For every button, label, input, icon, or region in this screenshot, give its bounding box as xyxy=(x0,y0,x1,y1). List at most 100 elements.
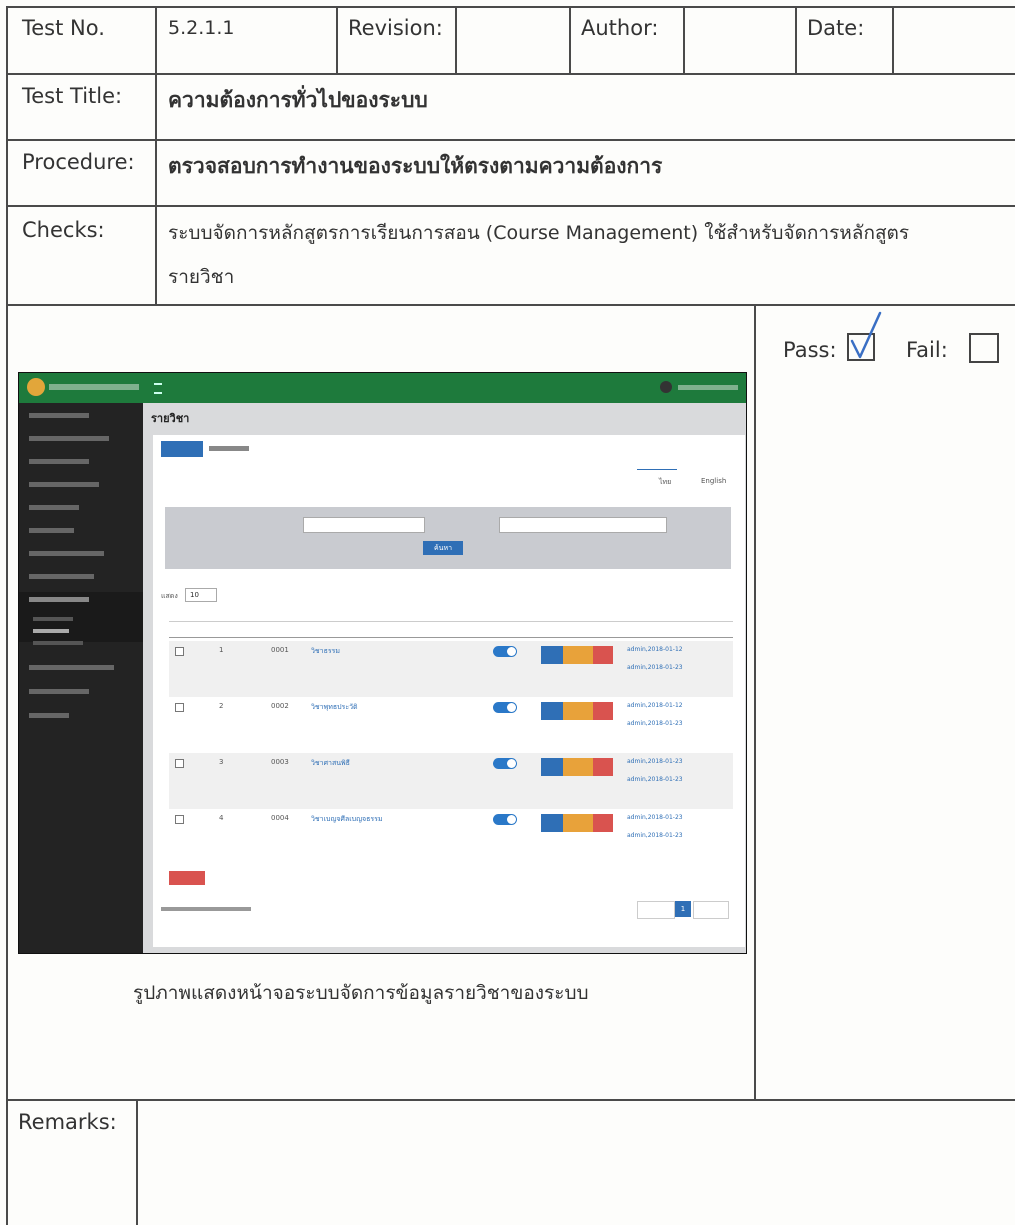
course-select[interactable] xyxy=(303,517,425,533)
page-size-select[interactable]: 10 xyxy=(185,588,217,602)
lang-english[interactable]: English xyxy=(701,477,726,485)
table-border-left xyxy=(6,6,8,1225)
fail-checkbox[interactable] xyxy=(969,333,999,363)
row-checkbox[interactable] xyxy=(175,759,184,768)
checks-line-2: รายวิชา xyxy=(168,266,235,288)
sidebar-item[interactable] xyxy=(29,689,89,694)
remarks-label: Remarks: xyxy=(18,1110,117,1134)
row-code: 0003 xyxy=(271,758,289,766)
app-sidebar xyxy=(19,403,143,953)
pass-label: Pass: xyxy=(783,338,837,362)
row-name[interactable]: วิชาศาสนพิธี xyxy=(311,758,350,769)
sidebar-item[interactable] xyxy=(29,459,89,464)
column-divider xyxy=(336,6,338,74)
row-name[interactable]: วิชาธรรม xyxy=(311,646,340,657)
row-actions[interactable] xyxy=(541,758,613,776)
sidebar-item[interactable] xyxy=(29,436,109,441)
row-actions[interactable] xyxy=(541,814,613,832)
app-name xyxy=(49,384,139,390)
checkmark-icon xyxy=(850,311,882,359)
sidebar-item[interactable] xyxy=(29,551,104,556)
row-code: 0001 xyxy=(271,646,289,654)
row-name[interactable]: วิชาพุทธประวัติ xyxy=(311,702,358,713)
row-updated: admin,2018-01-23 xyxy=(627,776,683,783)
test-title-value: ความต้องการทั่วไปของระบบ xyxy=(168,88,428,112)
procedure-value: ตรวจสอบการทำงานของระบบให้ตรงตามความต้องก… xyxy=(168,154,663,178)
row-updated: admin,2018-01-23 xyxy=(627,720,683,727)
content-panel: ไทย English ค้นหา แสดง 10 1 0001 วิชาธรร… xyxy=(153,435,745,947)
status-toggle[interactable] xyxy=(493,814,517,825)
search-button[interactable]: ค้นหา xyxy=(423,541,463,555)
row-checkbox[interactable] xyxy=(175,647,184,656)
prev-page-button[interactable] xyxy=(637,901,675,919)
sidebar-item[interactable] xyxy=(29,505,79,510)
sidebar-item[interactable] xyxy=(29,574,94,579)
sidebar-subitem[interactable] xyxy=(33,617,73,621)
app-main: รายวิชา ไทย English ค้นหา แสดง 10 1 0001… xyxy=(143,403,746,953)
row-no: 3 xyxy=(219,758,224,766)
column-divider xyxy=(795,6,797,74)
row-created: admin,2018-01-23 xyxy=(627,814,683,821)
row-actions[interactable] xyxy=(541,646,613,664)
author-label: Author: xyxy=(581,16,659,40)
procedure-label: Procedure: xyxy=(22,150,135,174)
page-number-button[interactable]: 1 xyxy=(675,901,691,917)
row-divider xyxy=(6,1099,1015,1101)
table-header-rule xyxy=(169,637,733,638)
test-no-label: Test No. xyxy=(22,16,105,40)
next-page-button[interactable] xyxy=(693,901,729,919)
row-checkbox[interactable] xyxy=(175,703,184,712)
show-label: แสดง xyxy=(161,592,178,600)
sidebar-item[interactable] xyxy=(29,713,69,718)
menu-icon[interactable] xyxy=(154,383,162,394)
sidebar-item[interactable] xyxy=(29,528,74,533)
checks-line-1: ระบบจัดการหลักสูตรการเรียนการสอน (Course… xyxy=(168,222,910,244)
course-management-screenshot: รายวิชา ไทย English ค้นหา แสดง 10 1 0001… xyxy=(18,372,747,954)
user-avatar[interactable] xyxy=(660,381,672,393)
checks-label: Checks: xyxy=(22,218,105,242)
sidebar-item[interactable] xyxy=(29,665,114,670)
row-no: 2 xyxy=(219,702,224,710)
add-tab[interactable] xyxy=(209,446,249,451)
status-toggle[interactable] xyxy=(493,646,517,657)
row-updated: admin,2018-01-23 xyxy=(627,832,683,839)
status-toggle[interactable] xyxy=(493,758,517,769)
row-actions[interactable] xyxy=(541,702,613,720)
search-box: ค้นหา xyxy=(165,507,731,569)
row-divider xyxy=(6,304,1015,306)
test-title-label: Test Title: xyxy=(22,84,123,108)
revision-label: Revision: xyxy=(348,16,443,40)
row-no: 4 xyxy=(219,814,224,822)
date-label: Date: xyxy=(807,16,865,40)
sidebar-subitem[interactable] xyxy=(33,641,83,645)
app-header xyxy=(19,373,746,403)
row-divider xyxy=(6,139,1015,141)
sidebar-item[interactable] xyxy=(29,597,89,602)
column-divider xyxy=(683,6,685,74)
sidebar-item[interactable] xyxy=(29,413,89,418)
row-created: admin,2018-01-12 xyxy=(627,702,683,709)
column-divider xyxy=(569,6,571,74)
table-header-rule xyxy=(169,621,733,622)
column-divider xyxy=(155,6,157,305)
sidebar-subitem-active[interactable] xyxy=(33,629,69,633)
status-toggle[interactable] xyxy=(493,702,517,713)
figure-caption: รูปภาพแสดงหน้าจอระบบจัดการข้อมูลรายวิชาข… xyxy=(133,982,589,1004)
delete-selected-button[interactable] xyxy=(169,871,205,885)
row-name[interactable]: วิชาเบญจศีลเบญจธรรม xyxy=(311,814,383,825)
keyword-input[interactable] xyxy=(499,517,667,533)
row-code: 0002 xyxy=(271,702,289,710)
row-code: 0004 xyxy=(271,814,289,822)
sidebar-item[interactable] xyxy=(29,482,99,487)
table-border-top xyxy=(6,6,1015,8)
lang-thai[interactable]: ไทย xyxy=(659,477,671,488)
fail-label: Fail: xyxy=(906,338,948,362)
row-divider xyxy=(6,73,1015,75)
row-checkbox[interactable] xyxy=(175,815,184,824)
column-divider xyxy=(892,6,894,74)
column-divider xyxy=(455,6,457,74)
list-tab[interactable] xyxy=(161,441,203,457)
row-no: 1 xyxy=(219,646,224,654)
paging-summary xyxy=(161,907,251,911)
row-divider xyxy=(6,205,1015,207)
